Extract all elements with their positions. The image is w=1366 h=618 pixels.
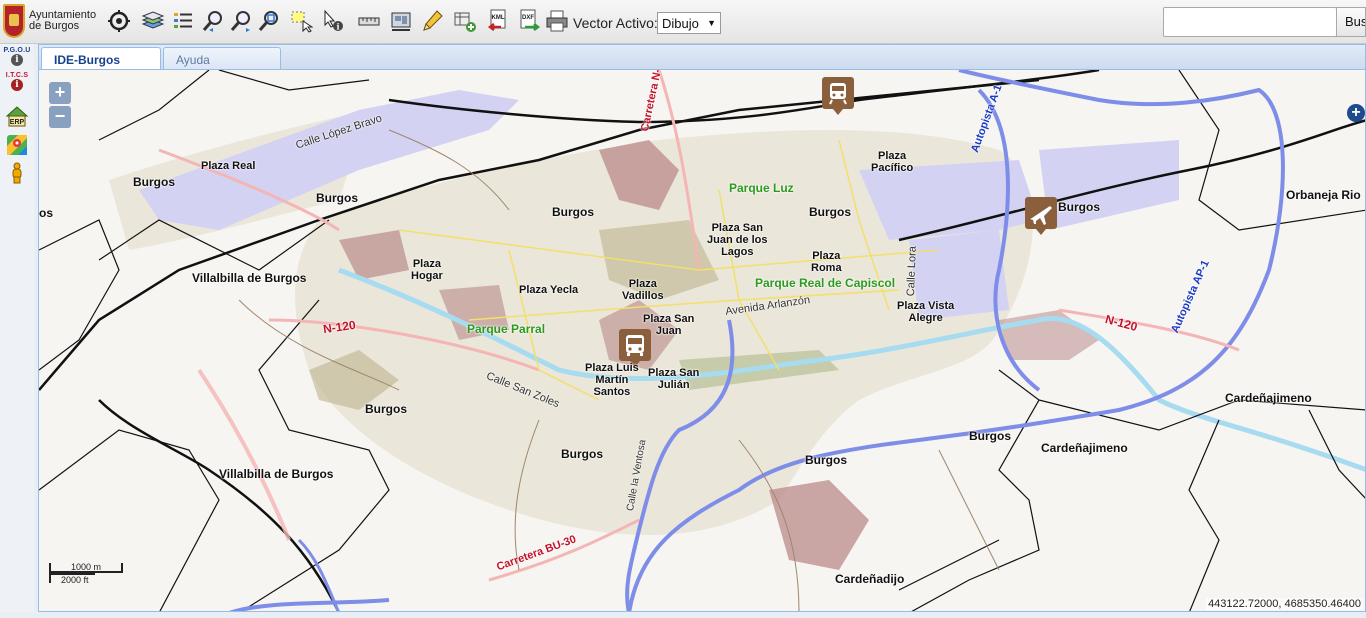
search-button[interactable]: Buscar [1336,7,1366,37]
search-input[interactable] [1163,7,1337,37]
map-label-burgos: Burgos [1058,200,1100,214]
map-label-plaza-san-julian: Plaza San Julián [648,367,700,391]
coat-of-arms-icon [3,4,25,38]
itcs-info-button[interactable]: I.T.C.S i [6,72,28,91]
itcs-label: I.T.C.S [5,72,29,79]
legend-list-icon[interactable] [170,8,196,34]
tab-ayuda[interactable]: Ayuda [163,47,281,70]
map-label-villalbilla: Villalbilla de Burgos [192,271,307,285]
scale-bar: 1000 m 2000 ft [49,563,123,595]
map-label-plaza-hogar: Plaza Hogar [411,258,443,282]
measure-area-icon[interactable] [388,8,414,34]
street-view-button[interactable] [6,162,28,184]
zoom-in-button[interactable]: + [49,82,71,104]
select-box-icon[interactable] [288,8,314,34]
google-maps-icon [7,135,27,155]
map-label-plaza-yecla: Plaza Yecla [519,284,579,296]
svg-text:KML: KML [492,15,505,21]
map-label-burgos: Burgos [561,447,603,461]
street-view-pegman-icon [12,162,22,184]
map-label-burgos: Burgos [809,205,851,219]
map-label-calle-lora: Calle Lora [905,245,919,297]
scale-imperial: 2000 ft [49,573,95,585]
dxf-export-icon[interactable]: DXF [516,8,542,34]
vector-activo-label: Vector Activo: [573,15,658,31]
map-tiles[interactable] [39,70,1366,612]
measure-ruler-icon[interactable] [356,8,382,34]
layers-icon[interactable] [140,8,166,34]
print-icon[interactable] [544,8,570,34]
ayuntamiento-logo[interactable]: Ayuntamiento de Burgos [3,4,109,38]
map-label-burgos: Burgos [365,402,407,416]
zoom-extent-icon[interactable] [256,8,282,34]
svg-text:i: i [336,22,339,32]
map-label-plaza-vista-alegre: Plaza Vista Alegre [897,300,955,324]
status-bar [0,612,1366,618]
map-label-parque-luz: Parque Luz [729,181,794,195]
info-icon: i [11,79,23,91]
zoom-out-button[interactable]: − [49,106,71,128]
map-label-burgos-edge: os [39,206,54,220]
map-label-burgos: Burgos [805,453,847,467]
airport-marker-icon[interactable] [1024,196,1058,236]
map-label-orbaneja: Orbaneja Rio [1286,188,1361,202]
mouse-coordinates: 443122.72000, 4685350.46400 [1206,598,1363,610]
zoom-next-icon[interactable] [228,8,254,34]
map-label-parque-parral: Parque Parral [467,322,546,336]
train-station-marker-icon[interactable] [821,76,855,116]
map-label-cardenajimeno: Cardeñajimeno [1225,391,1312,405]
dropdown-arrow-icon: ▼ [707,18,716,28]
pgou-info-button[interactable]: P.G.O.U i [3,47,31,66]
map-label-burgos: Burgos [316,191,358,205]
tab-bar: IDE-Burgos Ayuda [38,44,1366,70]
svg-text:DXF: DXF [522,15,534,21]
google-maps-button[interactable] [6,134,28,156]
kml-export-icon[interactable]: KML [486,8,512,34]
map-label-plaza-san-juan: Plaza San Juan [643,313,695,337]
layer-switcher-plus-icon[interactable]: + [1347,104,1365,122]
vector-activo-select[interactable]: Dibujo ▼ [657,12,721,34]
add-feature-icon[interactable] [452,8,478,34]
svg-text:ERP: ERP [10,119,25,126]
erp-button[interactable]: ERP [5,104,29,128]
map-view[interactable]: + − + Plaza Real Burgos os Calle López B… [38,69,1366,612]
erp-house-icon: ERP [5,106,29,127]
map-label-plaza-san-juan-lagos: Plaza San Juan de los Lagos [707,222,768,258]
map-label-cardenajimeno: Cardeñajimeno [1041,441,1128,455]
map-label-cardenadijo: Cardeñadijo [835,572,905,586]
vector-activo-value: Dibujo [662,15,699,31]
navigate-crosshair-icon[interactable] [106,8,132,34]
map-label-plaza-roma: Plaza Roma [811,250,842,274]
map-label-plaza-vadillos: Plaza Vadillos [622,278,664,302]
zoom-previous-icon[interactable] [200,8,226,34]
map-label-parque-capiscol: Parque Real de Capiscol [755,276,896,290]
scale-metric: 1000 m [49,563,123,573]
map-label-burgos: Burgos [552,205,594,219]
map-label-burgos: Burgos [133,175,175,189]
map-label-villalbilla: Villalbilla de Burgos [219,467,334,481]
app-window: Ayuntamiento de Burgos i KML DXF Vector … [0,0,1366,618]
map-label-plaza-real: Plaza Real [201,160,256,172]
map-label-plaza-pacifico: Plaza Pacífico [871,150,914,174]
map-label-burgos: Burgos [969,429,1011,443]
info-icon: i [11,54,23,66]
pgou-label: P.G.O.U [3,47,31,54]
identify-info-icon[interactable]: i [320,8,346,34]
tab-ide-burgos[interactable]: IDE-Burgos [41,47,161,70]
logo-line-2: de Burgos [29,20,80,32]
main-toolbar: Ayuntamiento de Burgos i KML DXF Vector … [0,0,1366,44]
draw-pencil-icon[interactable] [420,8,446,34]
map-label-plaza-luis-martin-santos: Plaza Luis Martín Santos [585,362,639,398]
left-sidebar: P.G.O.U i I.T.C.S i ERP [0,44,34,618]
